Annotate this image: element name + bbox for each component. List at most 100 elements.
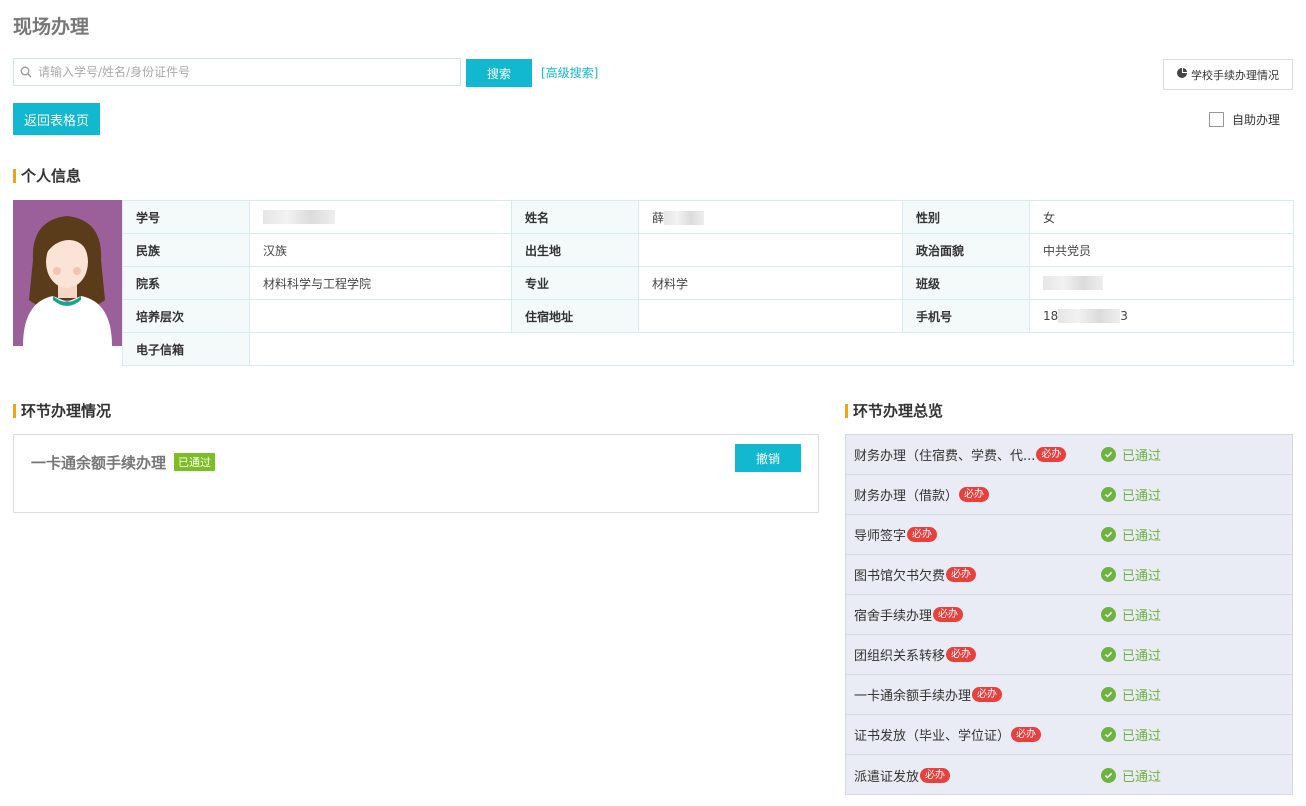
process-item: 一卡通余额手续办理 已通过 — [31, 452, 216, 473]
political-status-value: 中共党员 — [1029, 233, 1294, 267]
self-service-label: 自助办理 — [1232, 113, 1281, 127]
table-row: 院系 材料科学与工程学院 专业 材料学 班级 — [122, 266, 1294, 300]
back-to-table-button[interactable]: 返回表格页 — [13, 103, 100, 135]
required-badge: 必办 — [1011, 727, 1042, 742]
overview-title: 环节办理总览 — [845, 402, 943, 420]
name-value: 薛 — [638, 200, 903, 234]
required-badge: 必办 — [972, 687, 1003, 702]
overview-item-status: 已通过 — [1101, 565, 1161, 584]
school-status-button[interactable]: 学校手续办理情况 — [1163, 59, 1293, 90]
department-value: 材料科学与工程学院 — [249, 266, 512, 300]
major-value: 材料学 — [638, 266, 903, 300]
overview-item-name: 一卡通余额手续办理 必办 — [854, 685, 1086, 704]
name-label: 姓名 — [511, 200, 639, 234]
overview-item-name: 财务办理（住宿费、学费、代... 必办 — [854, 445, 1086, 464]
required-badge: 必办 — [1036, 447, 1067, 462]
list-item[interactable]: 导师签字 必办 已通过 — [846, 515, 1292, 555]
email-value — [249, 332, 1294, 366]
table-row: 培养层次 住宿地址 手机号 18 3 — [122, 299, 1294, 333]
overview-item-status: 已通过 — [1101, 445, 1161, 464]
phone-suffix: 3 — [1120, 308, 1128, 323]
list-item[interactable]: 财务办理（借款） 必办 已通过 — [846, 475, 1292, 515]
check-circle-icon — [1101, 767, 1116, 783]
pie-chart-icon — [1177, 68, 1187, 81]
required-badge: 必办 — [946, 567, 977, 582]
table-row: 学号 姓名 薛 性别 女 — [122, 200, 1294, 234]
table-row: 民族 汉族 出生地 政治面貌 中共党员 — [122, 233, 1294, 267]
list-item[interactable]: 一卡通余额手续办理 必办 已通过 — [846, 675, 1292, 715]
department-label: 院系 — [122, 266, 250, 300]
cancel-button[interactable]: 撤销 — [735, 444, 801, 472]
required-badge: 必办 — [933, 607, 964, 622]
check-circle-icon — [1101, 727, 1116, 742]
advanced-search-link[interactable]: [高级搜索] — [541, 64, 598, 81]
phone-value: 18 3 — [1029, 299, 1294, 333]
required-badge: 必办 — [920, 767, 951, 783]
redacted-value — [664, 211, 705, 225]
check-circle-icon — [1101, 687, 1116, 702]
overview-item-name: 导师签字 必办 — [854, 525, 1086, 544]
personal-info-title: 个人信息 — [13, 167, 81, 185]
search-box[interactable] — [13, 58, 461, 86]
student-id-label: 学号 — [122, 200, 250, 234]
personal-info-table: 学号 姓名 薛 性别 女 民族 汉族 出生地 政治面貌 中共党员 院系 材料科学… — [122, 200, 1294, 366]
required-badge: 必办 — [946, 647, 977, 662]
dorm-address-value — [638, 299, 903, 333]
check-circle-icon — [1101, 487, 1116, 502]
gender-label: 性别 — [902, 200, 1030, 234]
self-service-toggle[interactable]: 自助办理 — [1209, 111, 1280, 128]
phone-prefix: 18 — [1043, 308, 1059, 323]
list-item[interactable]: 宿舍手续办理 必办 已通过 — [846, 595, 1292, 635]
name-visible-char: 薛 — [652, 210, 665, 225]
major-label: 专业 — [511, 266, 639, 300]
education-level-label: 培养层次 — [122, 299, 250, 333]
check-circle-icon — [1101, 607, 1116, 622]
ethnicity-label: 民族 — [122, 233, 250, 267]
check-circle-icon — [1101, 567, 1116, 582]
overview-item-status: 已通过 — [1101, 605, 1161, 624]
ethnicity-value: 汉族 — [249, 233, 512, 267]
page-title: 现场办理 — [13, 16, 90, 38]
check-circle-icon — [1101, 527, 1116, 542]
redacted-value — [1043, 276, 1103, 291]
phone-label: 手机号 — [902, 299, 1030, 333]
overview-item-status: 已通过 — [1101, 525, 1161, 544]
overview-item-status: 已通过 — [1101, 766, 1161, 785]
process-status-title: 环节办理情况 — [13, 402, 111, 420]
list-item[interactable]: 团组织关系转移 必办 已通过 — [846, 635, 1292, 675]
self-service-checkbox[interactable] — [1209, 112, 1224, 127]
overview-list: 财务办理（住宿费、学费、代... 必办 已通过 财务办理（借款） 必办 已通过 导师… — [845, 434, 1293, 795]
overview-item-status: 已通过 — [1101, 645, 1161, 664]
avatar — [13, 200, 122, 346]
redacted-value — [1058, 309, 1121, 324]
list-item[interactable]: 派遣证发放 必办 已通过 — [846, 755, 1292, 795]
list-item[interactable]: 财务办理（住宿费、学费、代... 必办 已通过 — [846, 435, 1292, 475]
gender-value: 女 — [1029, 200, 1294, 234]
check-circle-icon — [1101, 447, 1116, 462]
class-value — [1029, 266, 1294, 300]
birthplace-value — [638, 233, 903, 267]
overview-item-name: 图书馆欠书欠费 必办 — [854, 565, 1086, 584]
dorm-address-label: 住宿地址 — [511, 299, 639, 333]
search-button[interactable]: 搜索 — [466, 59, 532, 87]
list-item[interactable]: 图书馆欠书欠费 必办 已通过 — [846, 555, 1292, 595]
process-status-panel: 一卡通余额手续办理 已通过 撤销 — [13, 434, 819, 513]
overview-item-status: 已通过 — [1101, 725, 1161, 744]
overview-item-status: 已通过 — [1101, 485, 1161, 504]
overview-item-status: 已通过 — [1101, 685, 1161, 704]
overview-item-name: 宿舍手续办理 必办 — [854, 605, 1086, 624]
search-input[interactable] — [38, 60, 460, 84]
overview-item-name: 财务办理（借款） 必办 — [854, 485, 1086, 504]
redacted-value — [263, 210, 335, 225]
required-badge: 必办 — [907, 527, 938, 542]
list-item[interactable]: 证书发放（毕业、学位证） 必办 已通过 — [846, 715, 1292, 755]
overview-item-name: 派遣证发放 必办 — [854, 766, 1086, 785]
search-icon — [14, 66, 38, 78]
email-label: 电子信箱 — [122, 332, 250, 366]
table-row: 电子信箱 — [122, 332, 1294, 366]
check-circle-icon — [1101, 647, 1116, 662]
passed-badge: 已通过 — [174, 453, 216, 471]
student-id-value — [249, 200, 512, 234]
required-badge: 必办 — [959, 487, 990, 502]
school-status-label: 学校手续办理情况 — [1191, 68, 1279, 82]
